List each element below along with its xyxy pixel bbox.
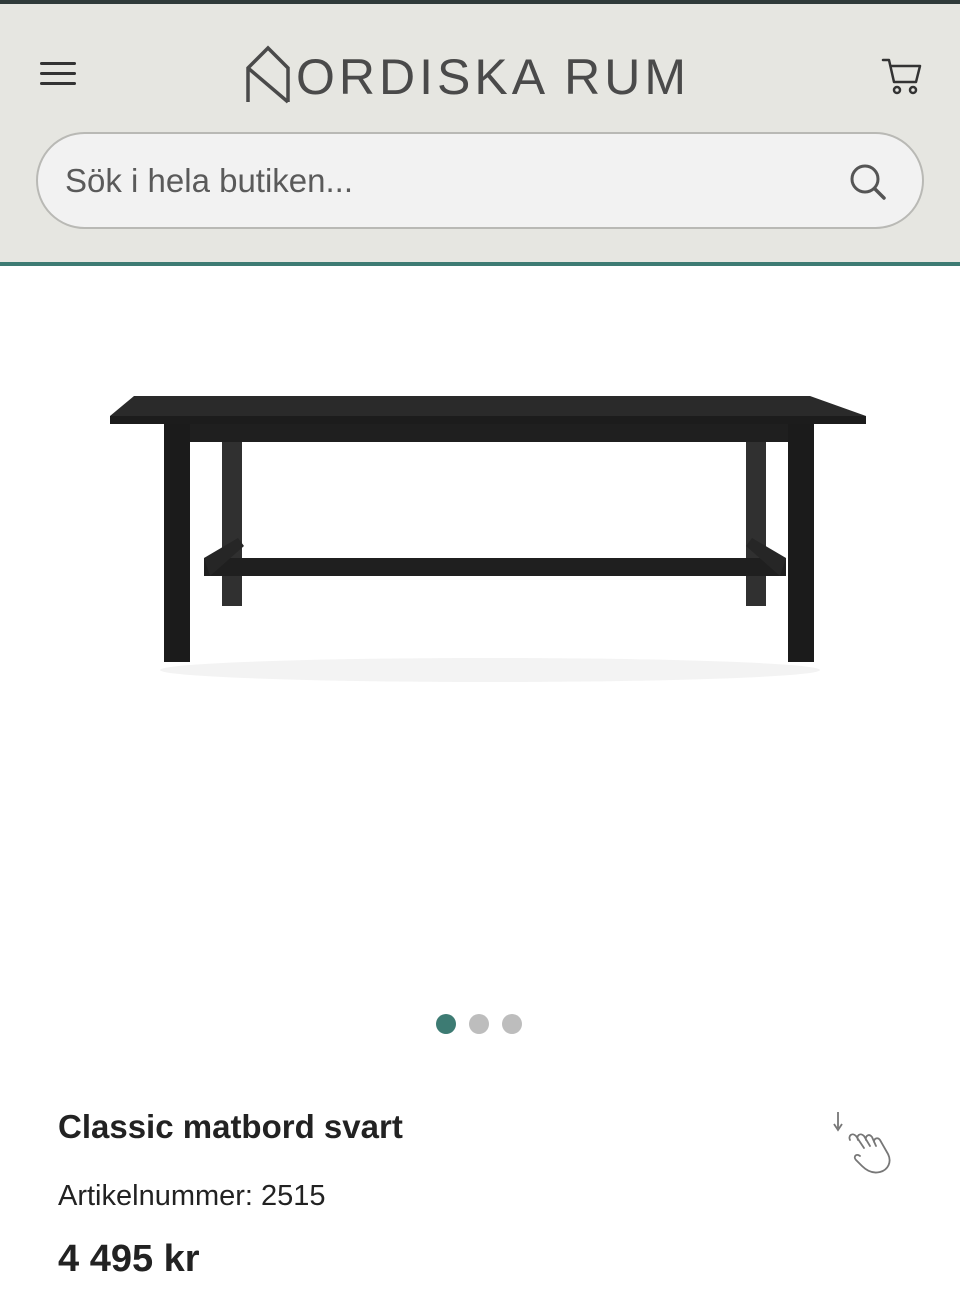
sku-value: 2515 — [261, 1180, 326, 1212]
sku-label: Artikelnummer: — [58, 1180, 253, 1212]
search-input[interactable] — [38, 150, 818, 211]
product-price: 4 495 kr — [58, 1238, 200, 1280]
menu-line — [40, 82, 76, 85]
shopping-cart-icon[interactable] — [880, 54, 924, 98]
logo-house-n-icon — [246, 45, 290, 104]
carousel-dot-2[interactable] — [469, 1014, 489, 1034]
menu-line — [40, 62, 76, 65]
swipe-hand-icon — [828, 1110, 900, 1176]
hamburger-menu-icon[interactable] — [38, 58, 78, 90]
image-carousel-indicators — [436, 1014, 522, 1034]
search-icon[interactable] — [848, 162, 888, 202]
brand-logo[interactable]: ORDISKA RUM — [244, 40, 690, 104]
product-sku: Artikelnummer: 2515 — [58, 1180, 326, 1213]
table-illustration — [110, 396, 866, 682]
carousel-dot-3[interactable] — [502, 1014, 522, 1034]
carousel-dot-1[interactable] — [436, 1014, 456, 1034]
search-bar — [36, 132, 924, 229]
header-accent-border — [0, 262, 960, 266]
brand-logo-text: ORDISKA RUM — [296, 49, 691, 105]
product-title: Classic matbord svart — [58, 1108, 403, 1145]
menu-line — [40, 72, 76, 75]
site-header: ORDISKA RUM — [0, 4, 960, 262]
product-image[interactable] — [100, 380, 880, 690]
